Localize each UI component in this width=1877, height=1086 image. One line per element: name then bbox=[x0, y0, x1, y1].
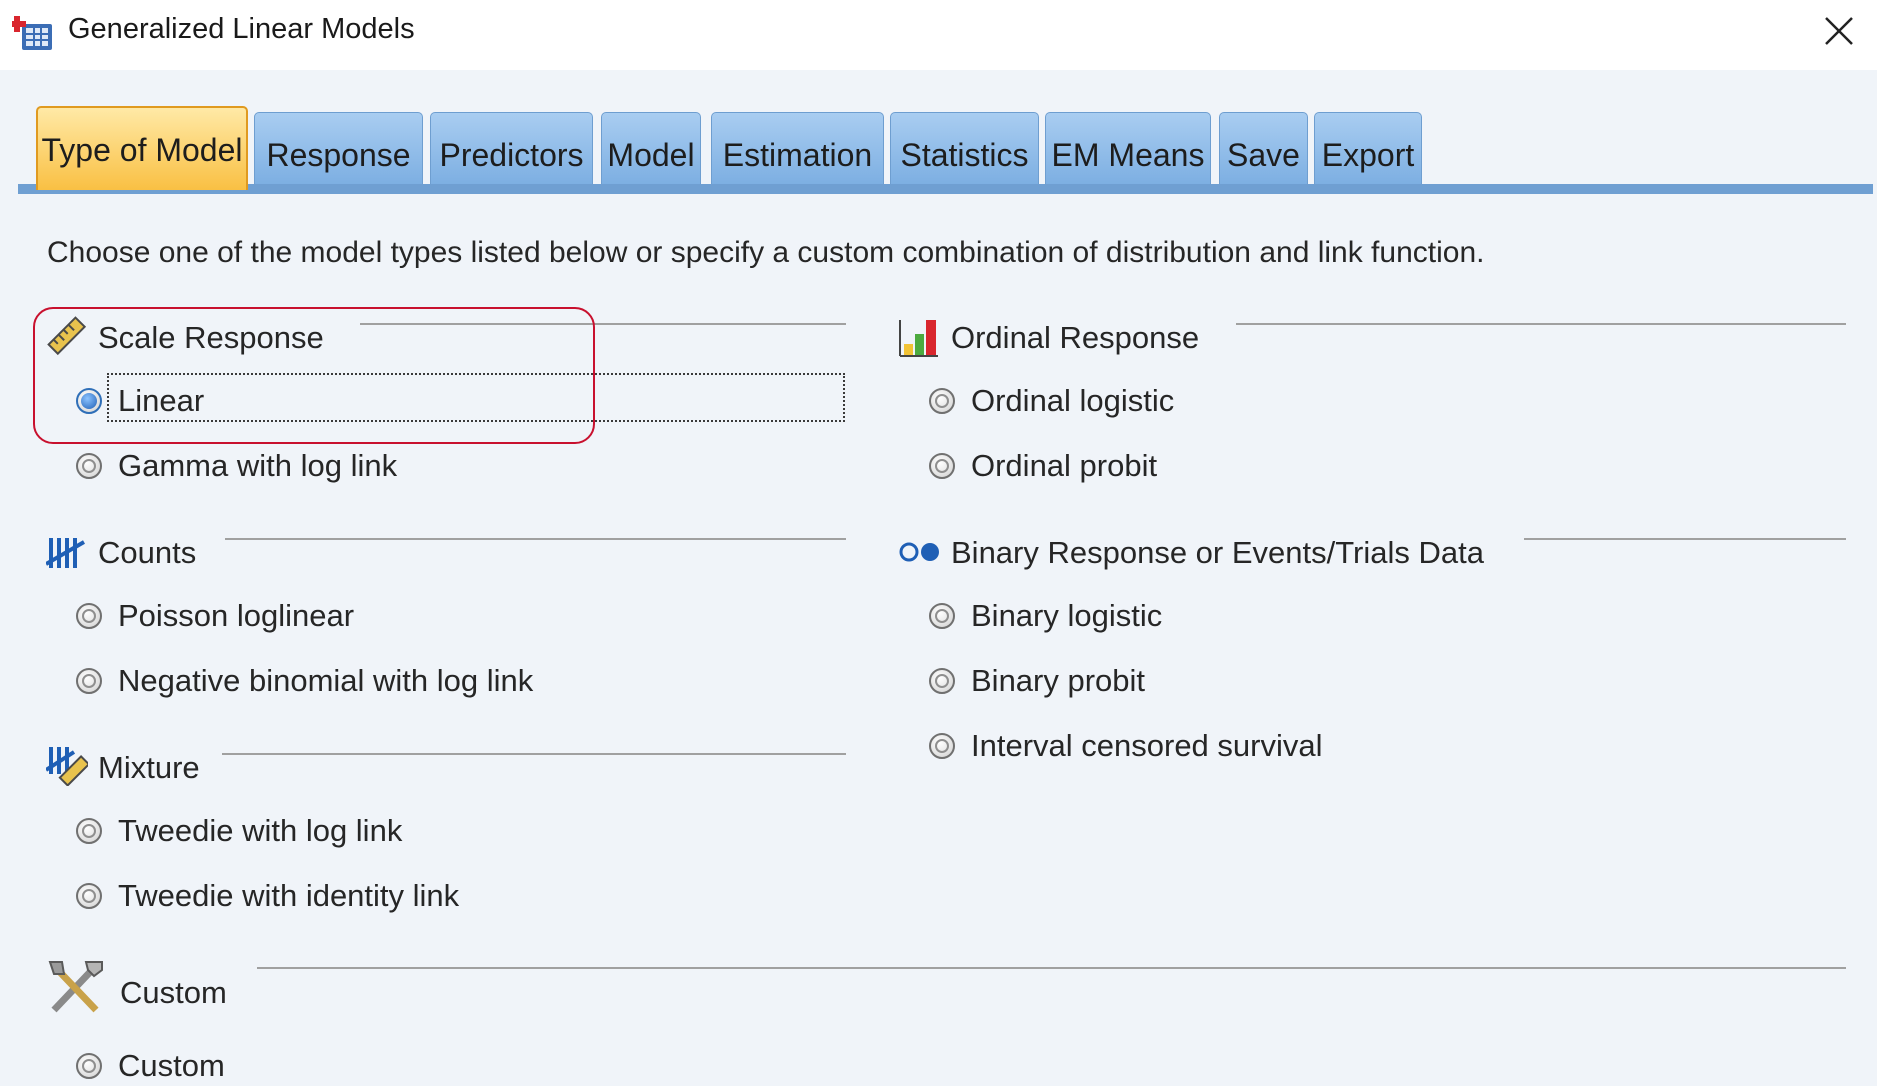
spss-app-icon bbox=[12, 16, 52, 50]
tab-predictors[interactable]: Predictors bbox=[430, 112, 593, 184]
radio-label-ordinal-logistic: Ordinal logistic bbox=[971, 383, 1175, 418]
radio-label-ordinal-probit: Ordinal probit bbox=[971, 448, 1158, 483]
tab-type-of-model[interactable]: Type of Model bbox=[36, 106, 248, 190]
radio-button[interactable] bbox=[76, 668, 102, 694]
radio-button[interactable] bbox=[929, 453, 955, 479]
tab-save[interactable]: Save bbox=[1219, 112, 1308, 184]
close-button[interactable] bbox=[1801, 0, 1877, 62]
radio-label-tweedie-log: Tweedie with log link bbox=[118, 813, 403, 848]
title-bar: Generalized Linear Models bbox=[0, 0, 1877, 70]
radio-custom[interactable]: Custom bbox=[76, 1046, 229, 1086]
radio-button[interactable] bbox=[76, 1053, 102, 1079]
radio-button[interactable] bbox=[929, 603, 955, 629]
bar-chart-icon bbox=[899, 320, 938, 357]
binary-dots-icon bbox=[899, 542, 939, 562]
group-title-counts: Counts bbox=[98, 535, 197, 570]
tools-icon bbox=[48, 961, 103, 1013]
radio-binary-probit[interactable]: Binary probit bbox=[929, 661, 1149, 701]
tab-model[interactable]: Model bbox=[601, 112, 701, 184]
radio-poisson-loglinear[interactable]: Poisson loglinear bbox=[76, 596, 358, 636]
radio-label-tweedie-identity: Tweedie with identity link bbox=[118, 878, 460, 913]
radio-label-gamma: Gamma with log link bbox=[118, 448, 398, 483]
radio-label-negative-binomial: Negative binomial with log link bbox=[118, 663, 534, 698]
radio-ordinal-probit[interactable]: Ordinal probit bbox=[929, 446, 1161, 486]
radio-tweedie-log-link[interactable]: Tweedie with log link bbox=[76, 811, 406, 851]
group-title-custom: Custom bbox=[120, 975, 227, 1010]
radio-interval-censored-survival[interactable]: Interval censored survival bbox=[929, 726, 1327, 766]
radio-label-binary-probit: Binary probit bbox=[971, 663, 1146, 698]
tab-estimation[interactable]: Estimation bbox=[711, 112, 884, 184]
group-divider bbox=[225, 538, 846, 540]
radio-binary-logistic[interactable]: Binary logistic bbox=[929, 596, 1166, 636]
radio-ordinal-logistic[interactable]: Ordinal logistic bbox=[929, 381, 1178, 421]
group-title-binary-response: Binary Response or Events/Trials Data bbox=[951, 535, 1484, 570]
highlight-annotation bbox=[33, 307, 595, 444]
close-icon bbox=[1825, 17, 1853, 45]
mixture-icon bbox=[46, 747, 88, 786]
group-title-mixture: Mixture bbox=[98, 750, 200, 785]
tally-icon bbox=[46, 538, 86, 568]
tab-export[interactable]: Export bbox=[1314, 112, 1422, 184]
radio-button[interactable] bbox=[929, 733, 955, 759]
group-divider bbox=[257, 967, 1846, 969]
radio-negative-binomial[interactable]: Negative binomial with log link bbox=[76, 661, 537, 701]
radio-button[interactable] bbox=[76, 453, 102, 479]
group-title-ordinal-response: Ordinal Response bbox=[951, 320, 1200, 355]
tab-em-means[interactable]: EM Means bbox=[1045, 112, 1211, 184]
radio-button[interactable] bbox=[76, 818, 102, 844]
radio-label-custom: Custom bbox=[118, 1048, 225, 1083]
tab-statistics[interactable]: Statistics bbox=[890, 112, 1039, 184]
group-divider bbox=[222, 753, 846, 755]
radio-label-poisson: Poisson loglinear bbox=[118, 598, 355, 633]
group-divider bbox=[1524, 538, 1846, 540]
radio-gamma-log-link[interactable]: Gamma with log link bbox=[76, 446, 401, 486]
tab-strip-divider bbox=[18, 184, 1873, 194]
radio-button[interactable] bbox=[929, 388, 955, 414]
radio-button[interactable] bbox=[76, 603, 102, 629]
window-title: Generalized Linear Models bbox=[68, 13, 415, 45]
radio-label-interval-censored: Interval censored survival bbox=[971, 728, 1323, 763]
tab-response[interactable]: Response bbox=[254, 112, 423, 184]
radio-button[interactable] bbox=[76, 883, 102, 909]
group-divider bbox=[1236, 323, 1846, 325]
radio-tweedie-identity-link[interactable]: Tweedie with identity link bbox=[76, 876, 463, 916]
radio-label-binary-logistic: Binary logistic bbox=[971, 598, 1163, 633]
radio-button[interactable] bbox=[929, 668, 955, 694]
instructions-text: Choose one of the model types listed bel… bbox=[47, 236, 1485, 269]
